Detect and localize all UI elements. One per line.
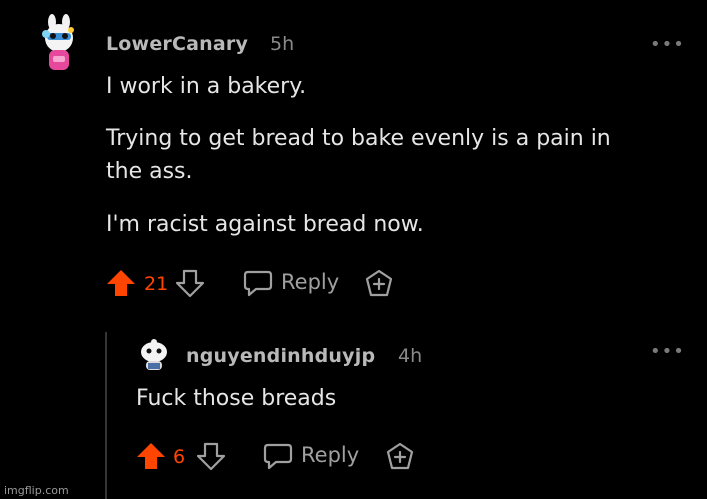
reply-upvote-icon[interactable] (136, 441, 166, 471)
reply-text: Fuck those breads (136, 386, 337, 411)
username[interactable]: LowerCanary (106, 33, 248, 55)
more-options-icon[interactable]: ••• (650, 34, 685, 55)
upvote-icon[interactable] (106, 268, 136, 298)
timestamp: 5h (270, 33, 295, 55)
reply-vote-count: 6 (173, 446, 186, 468)
reply-award-icon[interactable] (384, 441, 416, 473)
comment-text-4: I'm racist against bread now. (106, 212, 424, 237)
reply-button[interactable]: Reply (243, 268, 343, 300)
reply-downvote-icon[interactable] (196, 441, 226, 471)
reply-reply-bubble-icon (263, 443, 293, 470)
reply-timestamp: 4h (398, 345, 423, 367)
reply-label: Reply (281, 270, 340, 294)
comment-text-2: Trying to get bread to bake evenly is a … (106, 126, 611, 151)
comment-text-1: I work in a bakery. (106, 74, 307, 99)
user-avatar[interactable] (38, 14, 80, 74)
reply-bubble-icon (243, 270, 273, 297)
award-icon[interactable] (363, 268, 395, 300)
reply-username[interactable]: nguyendinhduyjp (186, 345, 375, 367)
thread-line[interactable] (105, 332, 107, 499)
reply-reply-button[interactable]: Reply (263, 441, 363, 473)
downvote-icon[interactable] (175, 268, 205, 298)
comment-text-3: the ass. (106, 159, 193, 184)
reply-reply-label: Reply (301, 443, 360, 467)
reply-user-avatar[interactable] (136, 332, 172, 372)
reply-more-options-icon[interactable]: ••• (650, 341, 685, 362)
vote-count: 21 (144, 273, 169, 295)
watermark: imgflip.com (4, 484, 69, 497)
